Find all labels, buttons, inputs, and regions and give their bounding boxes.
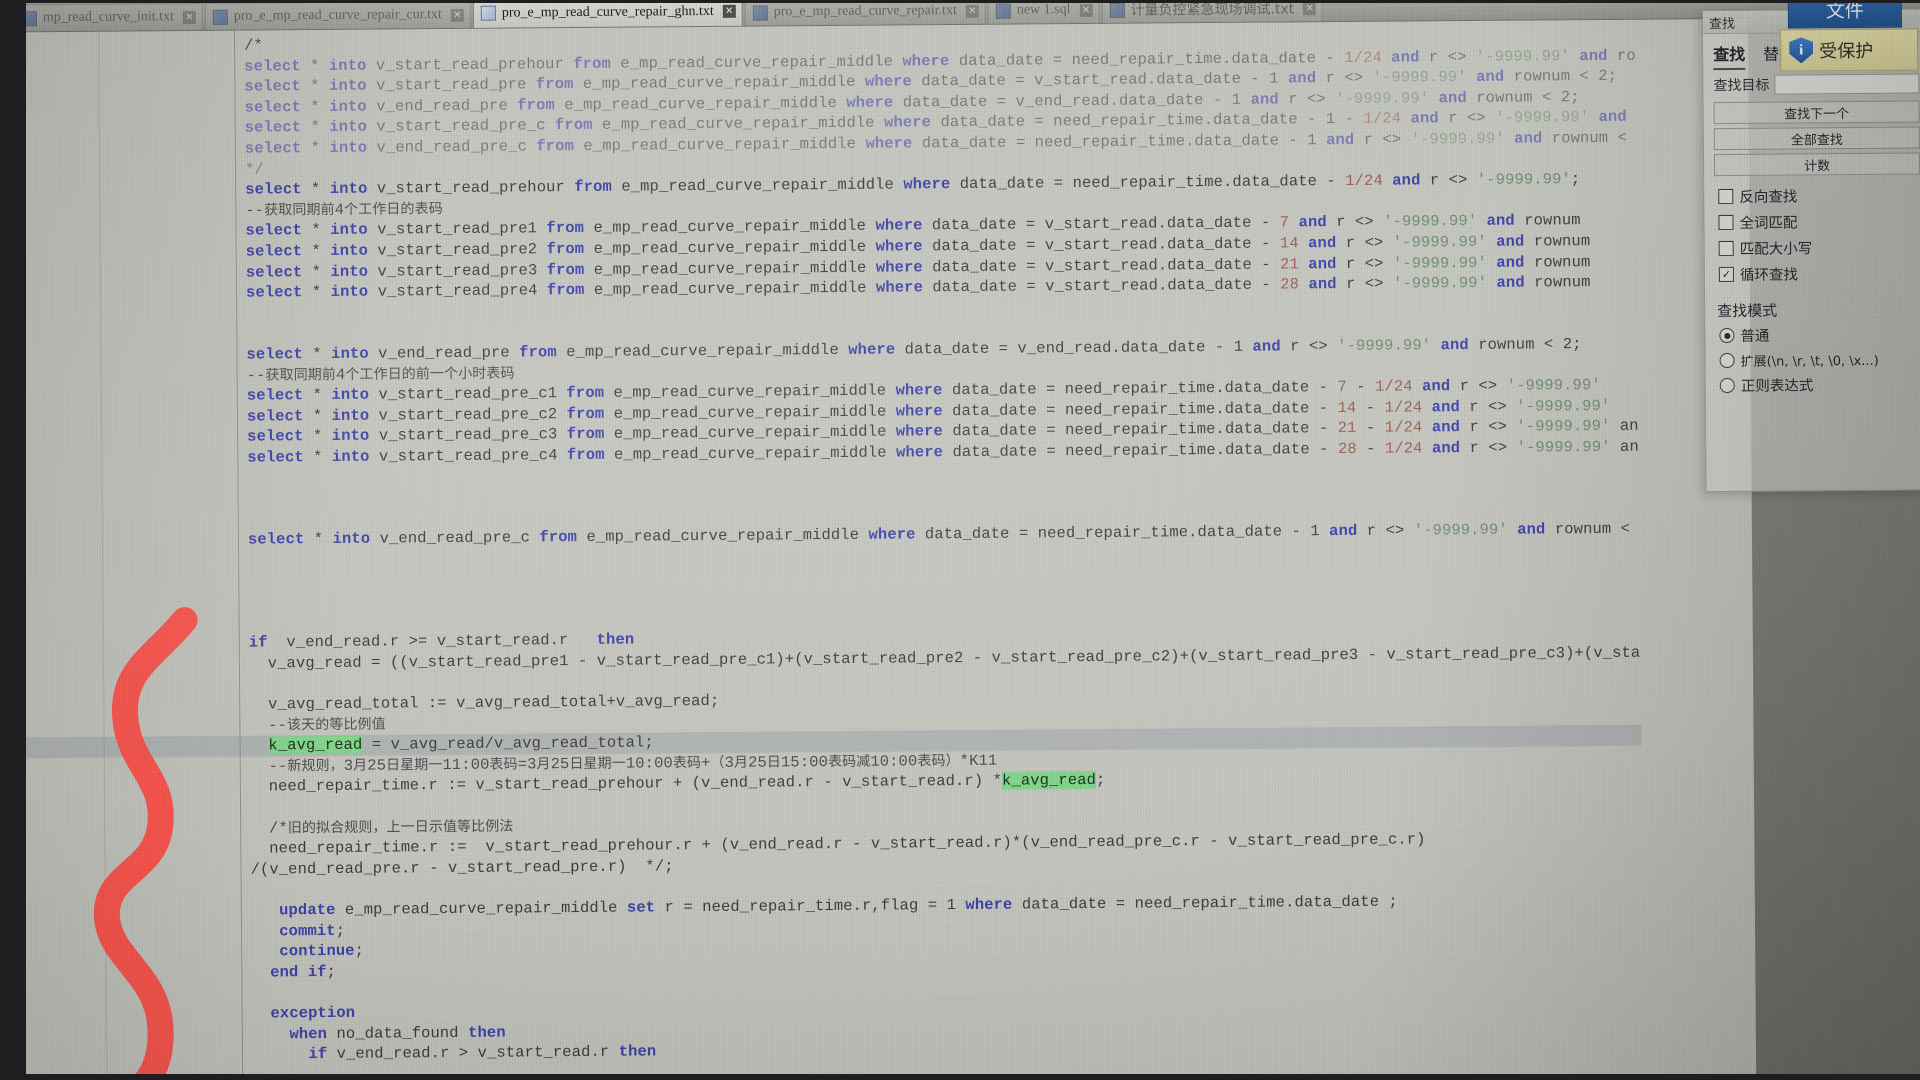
editor-tab[interactable]: pro_e_mp_read_curve_repair.txt ✕ — [744, 0, 986, 26]
close-icon[interactable]: ✕ — [965, 4, 979, 18]
mode-extended[interactable]: 扩展(\n, \r, \t, \0, \x...) — [1719, 349, 1920, 370]
count-button[interactable]: 计数 — [1713, 152, 1920, 177]
protected-view-notice[interactable]: i 受保护 — [1779, 28, 1919, 72]
mode-label: 扩展(\n, \r, \t, \0, \x...) — [1740, 353, 1879, 370]
close-icon[interactable]: ✕ — [1079, 3, 1093, 17]
tab-label: pro_e_mp_read_curve_repair_ghn.txt — [501, 3, 714, 21]
find-next-button[interactable]: 查找下一个 — [1713, 100, 1920, 125]
screen-surface: mp_read_curve_init.txt ✕ pro_e_mp_read_c… — [0, 0, 1920, 1080]
radio-icon[interactable] — [1719, 352, 1735, 369]
photo-bezel-bottom — [0, 1074, 1920, 1080]
mode-label: 正则表达式 — [1740, 378, 1814, 395]
option-backward[interactable]: 反向查找 — [1718, 184, 1920, 207]
file-icon — [1109, 2, 1125, 18]
photo-bezel-left — [0, 0, 26, 1080]
file-icon — [480, 5, 496, 21]
option-label: 全词匹配 — [1739, 215, 1798, 232]
editor-tab-active[interactable]: pro_e_mp_read_curve_repair_ghn.txt ✕ — [472, 0, 743, 28]
dialog-title: 查找 — [1708, 16, 1736, 32]
checkbox-icon[interactable] — [1718, 240, 1734, 257]
editor-tab[interactable]: 计量负控紧急现场调试.txt ✕ — [1101, 0, 1324, 23]
radio-icon[interactable] — [1719, 377, 1735, 394]
file-icon — [212, 9, 228, 25]
find-all-button[interactable]: 全部查找 — [1713, 126, 1920, 151]
option-label: 反向查找 — [1739, 189, 1798, 206]
tab-label: mp_read_curve_init.txt — [42, 9, 174, 26]
radio-icon-selected[interactable] — [1719, 327, 1735, 344]
tab-label: pro_e_mp_read_curve_repair_cur.txt — [233, 7, 442, 24]
close-icon[interactable]: ✕ — [182, 10, 196, 24]
dialog-buttons: 查找下一个 全部查找 计数 — [1704, 96, 1920, 180]
photo-bezel-top — [0, 0, 1920, 3]
find-target-label: 查找目标 — [1713, 77, 1770, 95]
file-icon — [752, 5, 768, 21]
option-label: 循环查找 — [1739, 267, 1798, 284]
checkbox-icon[interactable] — [1718, 214, 1734, 231]
search-mode-group: 普通 扩展(\n, \r, \t, \0, \x...) 正则表达式 — [1705, 321, 1920, 403]
find-target-row: 查找目标 — [1703, 70, 1920, 98]
search-mode-title: 查找模式 — [1717, 301, 1778, 321]
file-menu-button[interactable]: 文件 — [1787, 0, 1902, 29]
find-input[interactable] — [1774, 73, 1920, 95]
option-wrap-around[interactable]: ✓ 循环查找 — [1718, 262, 1920, 285]
dialog-options: 反向查找 全词匹配 匹配大小写 ✓ 循环查找 — [1704, 178, 1920, 292]
editor-tab[interactable]: new 1.sql ✕ — [987, 0, 1100, 24]
protected-label: 受保护 — [1819, 40, 1874, 63]
close-icon[interactable]: ✕ — [450, 8, 464, 22]
checkbox-icon[interactable] — [1718, 188, 1734, 205]
code-text[interactable]: /* select * into v_start_read_prehour fro… — [0, 19, 1644, 1068]
editor-tab[interactable]: pro_e_mp_read_curve_repair_cur.txt ✕ — [204, 0, 471, 30]
mode-normal[interactable]: 普通 — [1719, 323, 1920, 346]
checkbox-icon-checked[interactable]: ✓ — [1718, 266, 1734, 283]
close-icon[interactable]: ✕ — [1303, 1, 1317, 15]
file-icon — [995, 3, 1011, 19]
monitor-photo: mp_read_curve_init.txt ✕ pro_e_mp_read_c… — [0, 0, 1920, 1080]
find-replace-dialog[interactable]: 查找 查找 替换 查找目标 查找下一个 全部查找 计数 反向查找 — [1701, 8, 1920, 493]
mode-regex[interactable]: 正则表达式 — [1719, 373, 1920, 396]
code-editor-pane[interactable]: /* select * into v_start_read_prehour fro… — [0, 17, 1757, 1080]
close-icon[interactable]: ✕ — [722, 4, 736, 18]
option-label: 匹配大小写 — [1739, 241, 1813, 258]
tab-find[interactable]: 查找 — [1713, 40, 1746, 71]
option-match-case[interactable]: 匹配大小写 — [1718, 236, 1920, 259]
info-shield-icon: i — [1789, 37, 1813, 63]
editor-tab[interactable]: mp_read_curve_init.txt ✕ — [13, 2, 203, 32]
option-whole-word[interactable]: 全词匹配 — [1718, 210, 1920, 233]
tab-label: pro_e_mp_read_curve_repair.txt — [773, 3, 957, 20]
mode-label: 普通 — [1740, 328, 1770, 345]
tab-label: new 1.sql — [1016, 2, 1071, 18]
